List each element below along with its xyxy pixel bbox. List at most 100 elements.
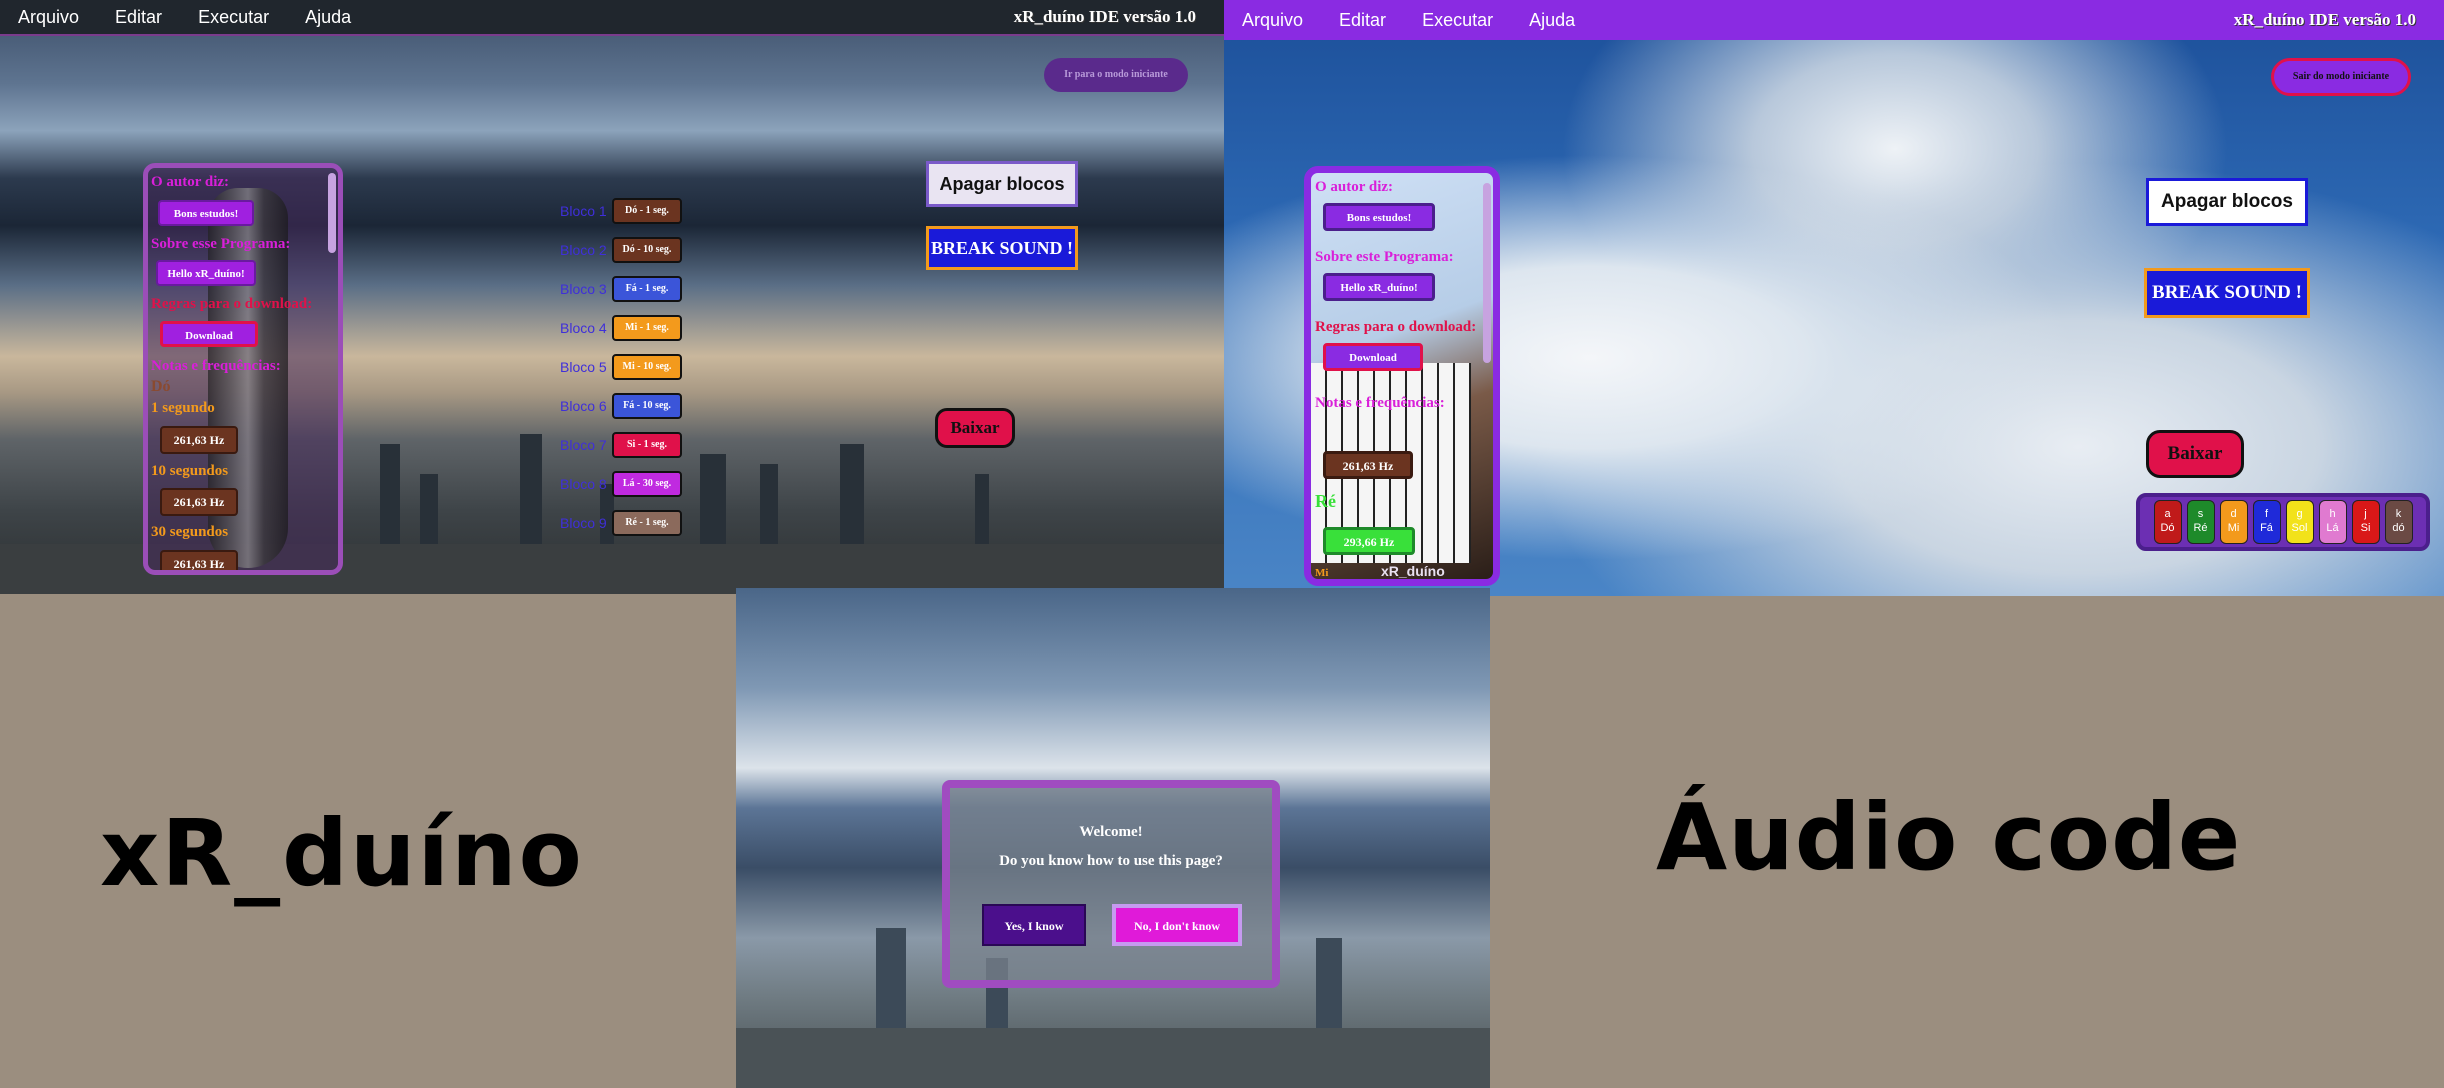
welcome-title: Welcome! [1079,824,1143,840]
note-key[interactable]: s Ré [2186,500,2215,544]
key-letter: k [2395,508,2402,520]
menu-bar: Arquivo Editar Executar Ajuda xR_duíno I… [1224,0,2444,40]
key-note: Dó [2160,522,2175,534]
block-label: Bloco 9 [560,515,607,531]
key-letter: j [2364,508,2367,520]
key-note: Mi [2227,522,2240,534]
note-name-2: Ré [1315,491,1336,511]
menu-ajuda[interactable]: Ajuda [1511,10,1593,31]
block-label: Bloco 5 [560,359,607,375]
author-button[interactable]: Bons estudos! [158,200,254,226]
note-key[interactable]: h Lá [2318,500,2347,544]
key-note: Sol [2291,522,2308,534]
block-label: Bloco 6 [560,398,607,414]
panel-welcome: Welcome! Do you know how to use this pag… [736,588,1490,1088]
beginner-mode-button[interactable]: Ir para o modo iniciante [1044,58,1188,92]
key-note: Si [2360,522,2371,534]
block-label: Bloco 1 [560,203,607,219]
sidebar-download-button[interactable]: Download [160,321,258,347]
block-button[interactable]: Dó - 1 seg. [612,198,682,224]
download-button[interactable]: Baixar [935,408,1015,448]
author-heading: O autor diz: [151,174,230,190]
about-button[interactable]: Hello xR_duíno! [156,260,256,286]
menu-editar[interactable]: Editar [1321,10,1404,31]
break-sound-button[interactable]: BREAK SOUND ! [926,226,1078,270]
note-key[interactable]: j Si [2351,500,2380,544]
rules-heading: Regras para o download: [1315,319,1477,335]
version-title: xR_duíno IDE versão 1.0 [1013,7,1196,26]
note-key[interactable]: g Sol [2285,500,2314,544]
caption-left: xR_duíno [100,800,584,907]
menu-executar[interactable]: Executar [180,7,287,28]
author-button[interactable]: Bons estudos! [1323,203,1435,231]
freq-button-2[interactable]: 293,66 Hz [1323,527,1415,555]
block-label: Bloco 7 [560,437,607,453]
key-letter: f [2264,508,2269,520]
key-note: Ré [2193,522,2208,534]
sidebar-scrollbar[interactable] [1483,183,1491,363]
no-button[interactable]: No, I don't know [1112,904,1242,946]
about-button[interactable]: Hello xR_duíno! [1323,273,1435,301]
block-label: Bloco 4 [560,320,607,336]
about-heading: Sobre esse Programa: [151,236,291,252]
download-button[interactable]: Baixar [2146,430,2244,478]
duration-3: 30 segundos [151,524,229,540]
note-keyboard: a Dó s Ré d Mi f Fá g Sol h Lá j Si k dó [2136,493,2430,551]
freq-button-3[interactable]: 261,63 Hz [160,550,238,570]
block-button[interactable]: Dó - 10 seg. [612,237,682,263]
menu-ajuda[interactable]: Ajuda [287,7,369,28]
freq-button-1[interactable]: 261,63 Hz [160,426,238,454]
note-name-3: Mi [1315,567,1329,579]
block-button[interactable]: Si - 1 seg. [612,432,682,458]
break-sound-button[interactable]: BREAK SOUND ! [2144,268,2310,318]
author-heading: O autor diz: [1315,179,1394,195]
clear-blocks-button[interactable]: Apagar blocos [2146,178,2308,226]
duration-1: 1 segundo [151,400,215,416]
freq-button-2[interactable]: 261,63 Hz [160,488,238,516]
note-key[interactable]: a Dó [2153,500,2182,544]
exit-beginner-mode-button[interactable]: Sair do modo iniciante [2271,58,2411,96]
notes-heading: Notas e frequências: [1315,395,1445,411]
freq-button-1[interactable]: 261,63 Hz [1323,451,1413,479]
welcome-dialog: Welcome! Do you know how to use this pag… [942,780,1280,988]
note-key[interactable]: k dó [2384,500,2413,544]
key-letter: d [2230,508,2237,520]
block-label: Bloco 8 [560,476,607,492]
key-note: Fá [2260,522,2273,534]
key-letter: g [2296,508,2303,520]
rules-heading: Regras para o download: [151,296,313,312]
menu-arquivo[interactable]: Arquivo [0,7,97,28]
block-button[interactable]: Mi - 1 seg. [612,315,682,341]
watermark-text: xR_duíno [1381,563,1445,579]
key-note: Lá [2326,522,2339,534]
about-heading: Sobre este Programa: [1315,249,1454,265]
key-letter: a [2164,508,2171,520]
key-letter: s [2197,508,2204,520]
menu-editar[interactable]: Editar [97,7,180,28]
sidebar-scrollbar[interactable] [328,173,336,253]
block-button[interactable]: Ré - 1 seg. [612,510,682,536]
block-button[interactable]: Fá - 10 seg. [612,393,682,419]
yes-button[interactable]: Yes, I know [982,904,1086,946]
welcome-question: Do you know how to use this page? [999,853,1223,869]
key-letter: h [2329,508,2336,520]
version-title: xR_duíno IDE versão 1.0 [2233,10,2416,29]
sidebar: O autor diz: Bons estudos! Sobre este Pr… [1304,166,1500,586]
block-button[interactable]: Mi - 10 seg. [612,354,682,380]
clear-blocks-button[interactable]: Apagar blocos [926,161,1078,207]
note-name: Dó [151,378,171,395]
menu-executar[interactable]: Executar [1404,10,1511,31]
block-button[interactable]: Fá - 1 seg. [612,276,682,302]
menu-bar: Arquivo Editar Executar Ajuda xR_duíno I… [0,0,1224,36]
block-label: Bloco 3 [560,281,607,297]
note-key[interactable]: f Fá [2252,500,2281,544]
caption-right: Áudio code [1656,784,2242,891]
menu-arquivo[interactable]: Arquivo [1224,10,1321,31]
sidebar-download-button[interactable]: Download [1323,343,1423,371]
panel-ide-beginner: Arquivo Editar Executar Ajuda xR_duíno I… [1224,0,2444,596]
note-key[interactable]: d Mi [2219,500,2248,544]
sidebar: O autor diz: Bons estudos! Sobre esse Pr… [143,163,343,575]
block-label: Bloco 2 [560,242,607,258]
block-button[interactable]: Lá - 30 seg. [612,471,682,497]
panel-ide-advanced: Arquivo Editar Executar Ajuda xR_duíno I… [0,0,1224,594]
